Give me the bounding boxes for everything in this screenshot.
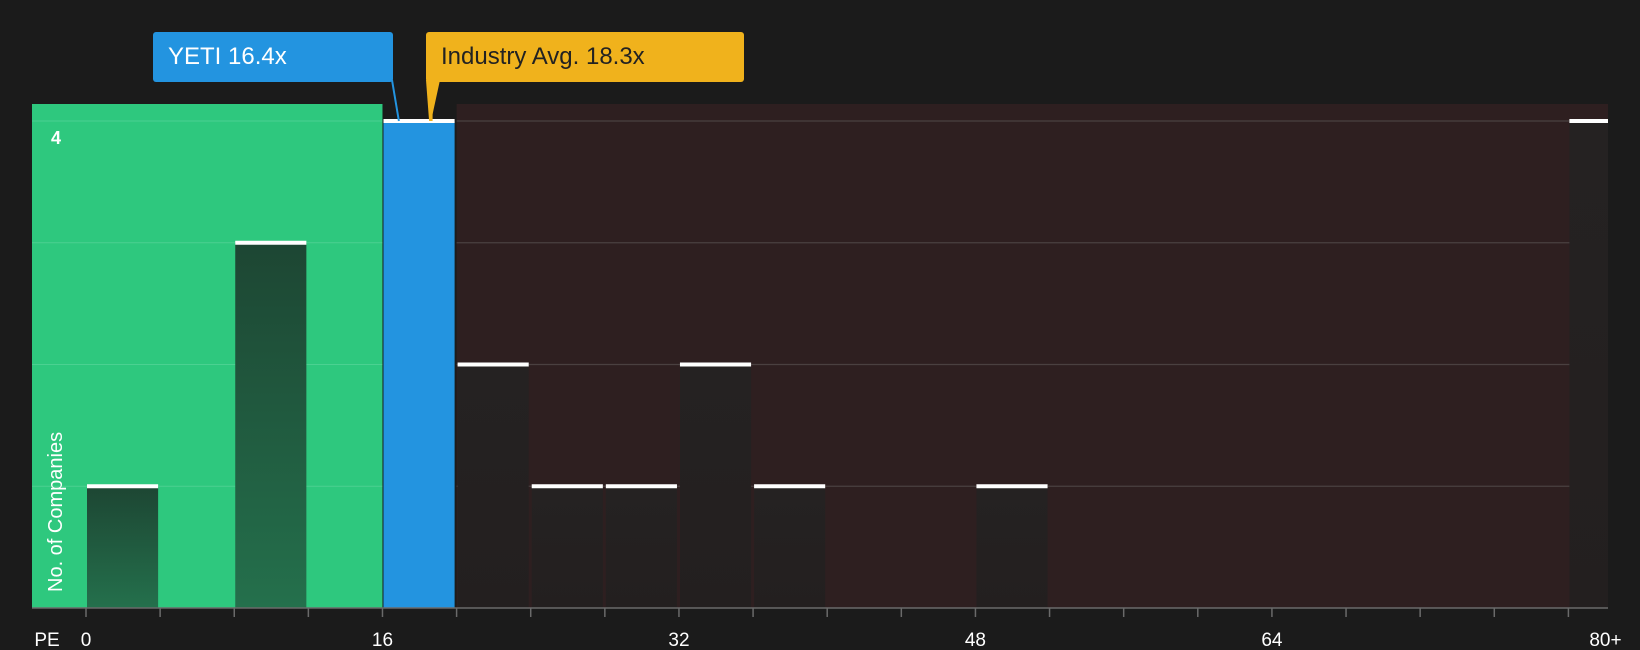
chart-canvas: 0 16 32 48 64 80+ PE No. of Companies 4 (32, 79, 1622, 650)
bar-cap (457, 362, 529, 367)
company-pe-label: YETI 16.4x (168, 43, 287, 70)
y-axis-title: No. of Companies (45, 432, 67, 592)
industry-avg-label: Industry Avg. 18.3x (441, 43, 645, 70)
histogram-bar (531, 486, 603, 608)
x-tick-label: 80+ (1589, 630, 1621, 650)
bar-cap (87, 484, 159, 489)
bar-cap (679, 362, 752, 367)
x-tick-label: 16 (372, 630, 393, 650)
histogram-bar (1569, 121, 1608, 608)
histogram-bar (235, 242, 307, 608)
histogram-bar (754, 486, 826, 608)
below-value-region (32, 104, 383, 608)
y-max-label: 4 (51, 128, 61, 148)
company-bar (383, 121, 455, 608)
bar-cap (235, 240, 307, 245)
pe-distribution-chart: 0 16 32 48 64 80+ PE No. of Companies 4 YETI 16.… (0, 0, 1640, 650)
histogram-bar (87, 486, 159, 608)
industry-avg-callout: Industry Avg. 18.3x (426, 32, 744, 82)
x-tick-label: 64 (1261, 630, 1283, 650)
x-tick-label: 48 (965, 630, 986, 650)
histogram-bar (976, 486, 1048, 608)
bar-cap (754, 484, 826, 489)
bar-cap (531, 484, 603, 489)
bar-cap (383, 119, 455, 123)
x-axis-title: PE (34, 630, 59, 650)
company-pe-callout: YETI 16.4x (153, 32, 393, 82)
histogram-bar (679, 364, 752, 608)
x-tick-label: 32 (668, 630, 689, 650)
bar-cap (976, 484, 1048, 489)
x-tick-label: 0 (81, 630, 92, 650)
bar-cap (1569, 119, 1608, 123)
histogram-bar (605, 486, 677, 608)
histogram-bar (457, 364, 529, 608)
company-pointer-line (391, 79, 400, 122)
industry-pointer (426, 80, 440, 121)
bar-cap (605, 484, 677, 489)
